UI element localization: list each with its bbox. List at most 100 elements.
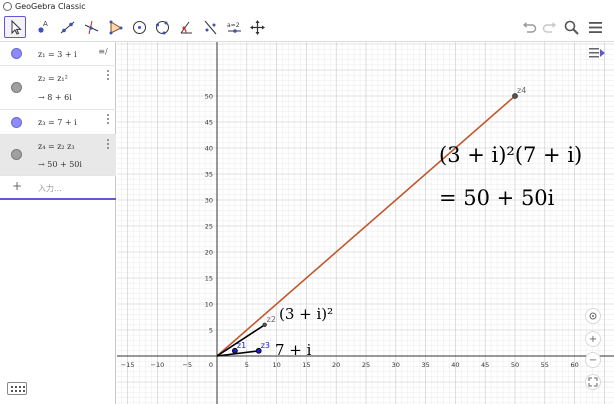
circle-three-points-icon xyxy=(155,20,169,34)
menu-icon xyxy=(588,21,602,33)
graphics-view[interactable]: −15 −10 − 5 0 5 10 15 20 25 30 35 40 45 50 55 60 5 10 15 20… xyxy=(117,42,614,404)
angle-icon xyxy=(180,21,192,33)
y-tick-label: 35 xyxy=(205,171,213,179)
label-z2: z2 xyxy=(267,315,276,324)
x-tick-label: 15 xyxy=(302,361,310,369)
window-title: GeoGebra Classic xyxy=(15,2,86,11)
circle-three-points-tool-button[interactable] xyxy=(151,16,173,38)
keyboard-icon[interactable] xyxy=(7,382,27,395)
x-tick-label: 50 xyxy=(511,361,519,369)
algebra-item-z4[interactable]: z₄ = z₂ z₃ → 50 + 50i xyxy=(0,135,116,176)
search-button[interactable] xyxy=(560,16,582,38)
y-tick-label: 5 xyxy=(209,327,213,335)
point-tool-button[interactable]: A xyxy=(31,16,53,38)
polygon-tool-button[interactable] xyxy=(104,16,126,38)
perpendicular-line-tool-button[interactable] xyxy=(80,16,102,38)
x-tick-label: 5 xyxy=(245,361,249,369)
equation-line-2[interactable]: = 50 + 50i xyxy=(439,186,555,210)
slider-icon: a=2 xyxy=(227,22,241,33)
fullscreen-button[interactable] xyxy=(585,374,601,390)
y-tick-label: 45 xyxy=(205,119,213,127)
title-bar: GeoGebra Classic xyxy=(0,0,614,13)
zoom-in-button[interactable]: + xyxy=(585,331,601,347)
geogebra-logo-icon xyxy=(3,2,12,11)
line-tool-button[interactable] xyxy=(56,16,78,38)
x-tick-label: −5 xyxy=(182,361,192,369)
y-tick-label: 10 xyxy=(205,301,213,309)
coordinate-plane[interactable]: −15 −10 − 5 0 5 10 15 20 25 30 35 40 45 50 55 60 5 10 15 20… xyxy=(117,42,614,404)
cursor-arrow-icon xyxy=(11,19,22,35)
more-options-icon[interactable] xyxy=(107,139,110,150)
add-icon[interactable]: + xyxy=(12,179,22,193)
angle-tool-button[interactable] xyxy=(175,16,197,38)
move-graphics-icon xyxy=(249,19,265,35)
zoom-out-button[interactable]: − xyxy=(585,352,601,368)
toolbar: A a=2 xyxy=(0,13,614,42)
algebra-expression: z₂ = z₁² xyxy=(38,74,68,83)
move-tool-button[interactable] xyxy=(4,16,26,38)
algebra-expression: z₁ = 3 + i xyxy=(38,50,77,59)
text-z3[interactable]: 7 + i xyxy=(275,341,312,359)
move-graphics-tool-button[interactable] xyxy=(246,16,268,38)
redo-button[interactable] xyxy=(538,16,560,38)
style-bar-icon xyxy=(589,48,605,58)
x-tick-label: −10 xyxy=(151,361,165,369)
slider-tool-button[interactable]: a=2 xyxy=(223,16,245,38)
y-tick-label: 25 xyxy=(205,223,213,231)
algebra-item-z2[interactable]: z₂ = z₁² → 8 + 6i xyxy=(0,66,116,110)
visibility-toggle-icon[interactable] xyxy=(11,117,22,128)
crosshair-home-icon xyxy=(589,312,597,320)
x-tick-label: 35 xyxy=(421,361,429,369)
visibility-toggle-icon[interactable] xyxy=(11,48,22,59)
fullscreen-icon xyxy=(588,377,598,387)
more-options-icon[interactable] xyxy=(107,70,110,81)
x-tick-label: 30 xyxy=(392,361,400,369)
label-z3: z3 xyxy=(261,341,270,350)
algebra-expression: z₄ = z₂ z₃ xyxy=(38,142,75,151)
y-tick-label: 50 xyxy=(205,93,213,101)
line-icon xyxy=(60,21,74,33)
y-tick-label: 15 xyxy=(205,275,213,283)
algebra-input-placeholder[interactable]: 入力... xyxy=(38,183,62,194)
reflect-tool-button[interactable] xyxy=(199,16,221,38)
perpendicular-line-icon xyxy=(84,20,98,34)
algebra-item-z3[interactable]: z₃ = 7 + i xyxy=(0,110,116,135)
x-tick-label: −15 xyxy=(121,361,135,369)
label-z1: z1 xyxy=(237,341,246,350)
algebra-result: → 8 + 6i xyxy=(38,93,72,102)
algebra-view: z₁ = 3 + i ≡∕ z₂ = z₁² → 8 + 6i z₃ = 7 +… xyxy=(0,42,116,404)
x-tick-label: 45 xyxy=(481,361,489,369)
algebra-item-z1[interactable]: z₁ = 3 + i ≡∕ xyxy=(0,42,116,66)
algebra-expression: z₃ = 7 + i xyxy=(38,118,77,127)
reflect-line-icon xyxy=(204,20,216,34)
more-options-icon[interactable] xyxy=(107,114,110,125)
x-tick-label: 55 xyxy=(541,361,549,369)
circle-center-icon xyxy=(132,20,146,34)
algebra-result: → 50 + 50i xyxy=(38,160,82,169)
sort-icon[interactable]: ≡∕ xyxy=(94,45,112,59)
undo-icon xyxy=(522,21,536,33)
undo-button[interactable] xyxy=(518,16,540,38)
visibility-toggle-icon[interactable] xyxy=(11,149,22,160)
text-z2-square[interactable]: (3 + i)² xyxy=(279,305,333,323)
y-tick-label: 40 xyxy=(205,145,213,153)
search-icon xyxy=(564,20,579,35)
circle-center-point-tool-button[interactable] xyxy=(128,16,150,38)
visibility-toggle-icon[interactable] xyxy=(11,82,22,93)
label-z4: z4 xyxy=(517,86,526,95)
y-tick-label: 30 xyxy=(205,197,213,205)
menu-button[interactable] xyxy=(584,16,606,38)
algebra-input-row[interactable]: + 入力... xyxy=(0,176,116,200)
x-tick-label: 10 xyxy=(272,361,280,369)
point-icon: A xyxy=(37,20,48,33)
home-view-button[interactable] xyxy=(585,308,601,324)
y-tick-label: 20 xyxy=(205,249,213,257)
redo-icon xyxy=(542,21,556,33)
x-tick-label: 60 xyxy=(570,361,578,369)
style-bar-toggle[interactable] xyxy=(588,45,606,59)
x-tick-label: 25 xyxy=(362,361,370,369)
plus-icon: + xyxy=(588,333,598,345)
equation-line-1[interactable]: (3 + i)²(7 + i) xyxy=(439,143,582,167)
x-tick-label: 20 xyxy=(332,361,340,369)
svg-text:A: A xyxy=(43,20,48,28)
